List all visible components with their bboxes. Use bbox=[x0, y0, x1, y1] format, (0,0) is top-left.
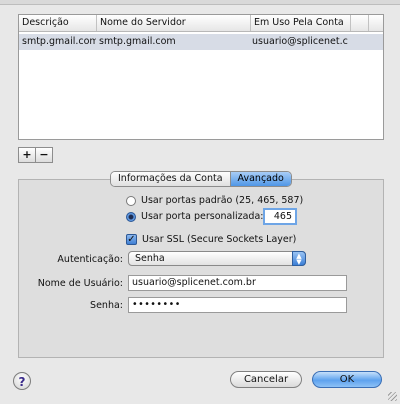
table-header: Descrição Nome do Servidor Em Uso Pela C… bbox=[19, 15, 383, 32]
ssl-label: Usar SSL (Secure Sockets Layer) bbox=[142, 234, 297, 245]
auth-select[interactable]: Senha ▲ ▼ bbox=[128, 251, 306, 266]
cell-server-name: smtp.gmail.com bbox=[99, 36, 176, 47]
column-header-in-use-by[interactable]: Em Uso Pela Conta bbox=[251, 15, 351, 31]
tab-advanced[interactable]: Avançado bbox=[229, 172, 291, 186]
ssl-checkbox[interactable]: ✓ bbox=[126, 234, 137, 245]
default-ports-label: Usar portas padrão (25, 465, 587) bbox=[141, 195, 304, 206]
tab-bar: Informações da Conta Avançado bbox=[110, 171, 292, 187]
add-server-button[interactable]: + bbox=[18, 147, 36, 163]
column-header-end bbox=[369, 15, 383, 31]
cell-description: smtp.gmail.com bbox=[22, 36, 96, 47]
password-input[interactable]: •••••••• bbox=[128, 297, 347, 313]
auth-label: Autenticação: bbox=[57, 254, 123, 265]
custom-port-label: Usar porta personalizada: bbox=[141, 211, 264, 222]
remove-server-button[interactable]: − bbox=[36, 147, 53, 163]
resize-grip-icon[interactable] bbox=[388, 392, 397, 401]
username-input[interactable]: usuario@splicenet.com.br bbox=[128, 275, 347, 291]
password-label: Senha: bbox=[90, 300, 123, 311]
updown-arrows-icon: ▲ ▼ bbox=[292, 251, 306, 266]
cell-in-use-by: usuario@splicenet.c... bbox=[252, 36, 348, 47]
auth-selected-value: Senha bbox=[135, 253, 165, 264]
tab-account-info[interactable]: Informações da Conta bbox=[111, 172, 230, 186]
sheet-top-edge bbox=[0, 0, 400, 5]
ssl-option[interactable]: ✓ Usar SSL (Secure Sockets Layer) bbox=[126, 234, 296, 245]
username-label: Nome de Usuário: bbox=[37, 278, 123, 289]
help-button[interactable]: ? bbox=[13, 372, 31, 390]
custom-port-radio[interactable] bbox=[126, 211, 136, 222]
default-ports-radio[interactable] bbox=[126, 195, 136, 206]
table-row[interactable]: smtp.gmail.com smtp.gmail.com usuario@sp… bbox=[19, 34, 383, 50]
default-ports-option[interactable]: Usar portas padrão (25, 465, 587) bbox=[126, 195, 303, 206]
ok-button[interactable]: OK bbox=[312, 371, 382, 388]
column-header-server-name[interactable]: Nome do Servidor bbox=[97, 15, 251, 31]
custom-port-option[interactable]: Usar porta personalizada: bbox=[126, 211, 264, 222]
custom-port-input[interactable]: 465 bbox=[263, 208, 297, 225]
smtp-server-table[interactable]: Descrição Nome do Servidor Em Uso Pela C… bbox=[18, 14, 384, 140]
list-add-remove-buttons: + − bbox=[18, 147, 53, 163]
column-header-description[interactable]: Descrição bbox=[19, 15, 97, 31]
column-header-filler bbox=[351, 15, 369, 31]
cancel-button[interactable]: Cancelar bbox=[230, 371, 302, 388]
